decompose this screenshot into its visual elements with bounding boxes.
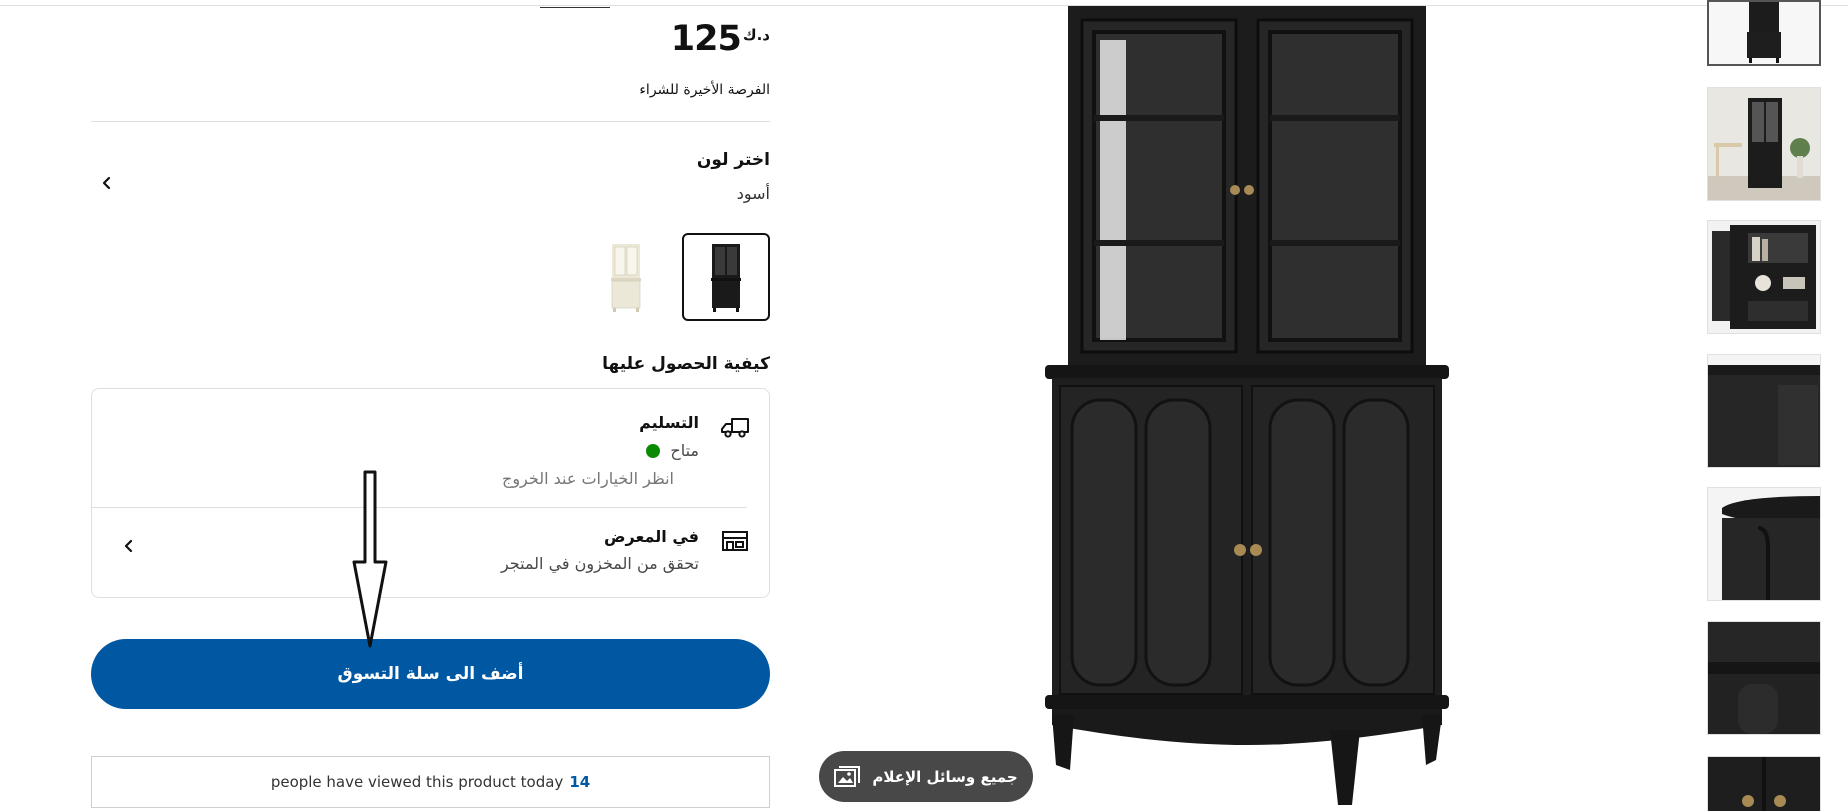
black-cabinet-swatch-icon bbox=[711, 244, 741, 312]
thumbnail-front[interactable] bbox=[1707, 0, 1821, 66]
viewed-today-text: people have viewed this product today bbox=[270, 773, 564, 791]
viewed-today-count: 14 bbox=[569, 773, 591, 791]
availability-box: التسليم متاح انظر الخيارات عند الخروج في… bbox=[91, 388, 770, 598]
cabinet-illustration-icon bbox=[1045, 6, 1449, 805]
thumb-room-scene-icon bbox=[1708, 88, 1820, 200]
last-chance-label: الفرصة الأخيرة للشراء bbox=[639, 82, 770, 98]
thumbnail-handles[interactable] bbox=[1707, 756, 1821, 811]
status-dot-icon bbox=[646, 443, 661, 458]
thumb-cabinet-front-icon bbox=[1709, 2, 1819, 64]
color-picker-title: اختر لون bbox=[696, 150, 770, 170]
product-price: د.ك 125 bbox=[671, 18, 770, 60]
thumb-handles-icon bbox=[1708, 757, 1820, 811]
viewed-today-box: people have viewed this product today 14 bbox=[91, 756, 770, 808]
thumb-top-detail-icon bbox=[1708, 355, 1820, 467]
section-divider bbox=[91, 121, 770, 122]
color-swatch-black[interactable] bbox=[682, 233, 770, 321]
price-currency: د.ك bbox=[742, 26, 770, 44]
main-product-image[interactable] bbox=[1030, 0, 1450, 811]
thumbnail-side-detail[interactable] bbox=[1707, 621, 1821, 735]
thumbnail-corner-detail[interactable] bbox=[1707, 487, 1821, 601]
thumb-side-detail-icon bbox=[1708, 622, 1820, 734]
color-picker-chevron-icon[interactable] bbox=[90, 166, 124, 200]
store-chevron-icon[interactable] bbox=[114, 531, 144, 561]
truck-icon bbox=[719, 411, 751, 443]
delivery-options-link[interactable]: انظر الخيارات عند الخروج bbox=[502, 469, 674, 488]
store-title: في المعرض bbox=[604, 527, 699, 546]
thumb-open-cabinet-icon bbox=[1708, 221, 1820, 333]
cut-off-underline bbox=[540, 7, 610, 8]
color-picker-selected: أسود bbox=[736, 184, 770, 203]
thumb-corner-detail-icon bbox=[1708, 488, 1820, 600]
color-swatch-white[interactable] bbox=[582, 233, 670, 321]
thumbnail-room[interactable] bbox=[1707, 87, 1821, 201]
all-media-label: جميع وسائل الإعلام bbox=[872, 767, 1018, 786]
thumbnail-open[interactable] bbox=[1707, 220, 1821, 334]
store-icon bbox=[719, 525, 751, 557]
all-media-button[interactable]: جميع وسائل الإعلام bbox=[819, 751, 1033, 802]
thumbnail-top-detail[interactable] bbox=[1707, 354, 1821, 468]
store-stock-check[interactable]: تحقق من المخزون في المتجر bbox=[501, 554, 699, 573]
thumbnail-strip bbox=[1707, 0, 1823, 811]
product-info-panel: د.ك 125 الفرصة الأخيرة للشراء اختر لون أ… bbox=[90, 0, 770, 811]
availability-divider bbox=[91, 507, 747, 508]
delivery-status-text: متاح bbox=[670, 441, 699, 460]
how-to-get-title: كيفية الحصول عليها bbox=[602, 354, 770, 374]
price-amount: 125 bbox=[670, 19, 742, 59]
gallery-icon bbox=[834, 765, 861, 787]
delivery-title: التسليم bbox=[639, 413, 699, 432]
delivery-status: متاح bbox=[646, 441, 699, 460]
white-cabinet-swatch-icon bbox=[611, 244, 641, 312]
add-to-cart-button[interactable]: أضف الى سلة التسوق bbox=[91, 639, 770, 709]
